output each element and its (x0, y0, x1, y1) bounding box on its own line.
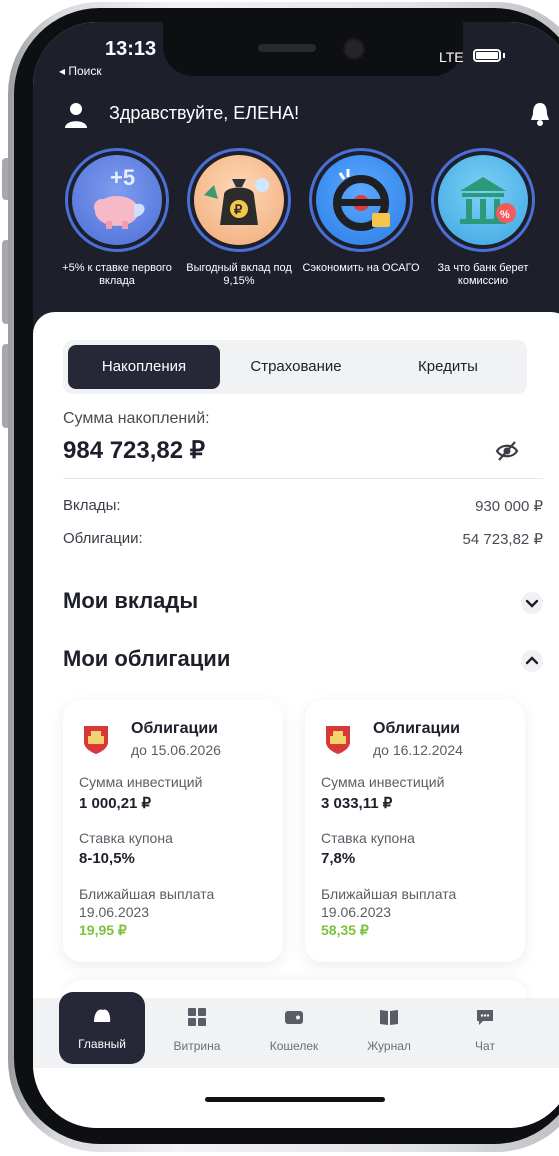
battery-tip (503, 53, 505, 58)
invest-value: 3 033,11 ₽ (321, 795, 393, 812)
payout-label: Ближайшая выплата (79, 886, 215, 902)
bonds-value: 54 723,82 ₽ (462, 531, 543, 548)
tab-showcase[interactable]: Витрина (157, 1006, 237, 1053)
payout-date: 19.06.2023 (321, 904, 392, 920)
story-osago[interactable]: Сэкономить на ОСАГО (301, 148, 421, 275)
bonds-row: Облигации: 54 723,82 ₽ (63, 530, 543, 552)
tab-chat-label: Чат (475, 1039, 495, 1053)
bond-card[interactable]: Облигации до 15.06.2026 Сумма инвестиций… (63, 700, 283, 962)
camera (343, 38, 365, 60)
tab-chat[interactable]: Чат (445, 1006, 525, 1053)
user-icon[interactable] (65, 102, 87, 128)
region-emblem-icon (326, 726, 350, 754)
coupon-label: Ставка купона (321, 830, 415, 846)
savings-sum-value: 984 723,82 ₽ (63, 437, 206, 464)
tab-journal[interactable]: Журнал (349, 1006, 429, 1053)
my-deposits-section[interactable]: Мои вклады (63, 588, 543, 618)
stories-carousel: +5 +5% к ставке первого вклада ₽ Выгодны… (33, 148, 559, 298)
tab-home[interactable]: Главный (59, 992, 145, 1064)
invest-label: Сумма инвестиций (79, 774, 203, 790)
segment-control: Накопления Страхование Кредиты (63, 340, 527, 394)
greeting-text: Здравствуйте, ЕЛЕНА! (109, 103, 300, 123)
svg-text:₽: ₽ (234, 202, 243, 217)
coupon-label: Ставка купона (79, 830, 173, 846)
region-emblem-icon (84, 726, 108, 754)
chat-icon (477, 1010, 493, 1025)
story-best-deposit[interactable]: ₽ Выгодный вклад под 9,15% (179, 148, 299, 288)
piggy-bank-icon: +5 (72, 155, 162, 245)
book-icon (380, 1010, 398, 1025)
coupon-value: 7,8% (321, 850, 356, 867)
tab-home-label: Главный (78, 1037, 126, 1051)
bank-icon: % (438, 155, 528, 245)
story-caption: За что банк берет комиссию (437, 262, 529, 287)
bonds-label: Облигации: (63, 530, 143, 547)
coupon-value: 8-10,5% (79, 850, 135, 867)
hide-balance-icon[interactable] (495, 440, 519, 462)
story-caption: Сэкономить на ОСАГО (302, 262, 420, 274)
story-commission[interactable]: % За что банк берет комиссию (423, 148, 543, 288)
story-ring: ₽ (187, 148, 291, 252)
payout-date: 19.06.2023 (79, 904, 150, 920)
speaker (258, 44, 316, 52)
story-ring: +5 (65, 148, 169, 252)
bond-maturity: до 16.12.2024 (373, 742, 463, 758)
bottom-tab-bar: Главный Витрина Кошелек Журнал Чат (33, 992, 559, 1068)
divider (63, 478, 543, 479)
tab-insurance[interactable]: Страхование (221, 345, 371, 389)
battery-icon (473, 49, 501, 62)
phone-mockup: 13:13 ◂ Поиск LTE Здравствуйте, ЕЛЕНА! +… (0, 0, 559, 1156)
my-bonds-title: Мои облигации (63, 646, 231, 671)
status-time: 13:13 (105, 38, 157, 60)
deposits-label: Вклады: (63, 497, 121, 514)
bond-title: Облигации (373, 720, 460, 737)
deposits-row: Вклады: 930 000 ₽ (63, 497, 543, 519)
story-caption: Выгодный вклад под 9,15% (186, 262, 292, 287)
savings-sum-label: Сумма накоплений: (63, 410, 210, 427)
steering-wheel-icon (316, 155, 406, 245)
bond-maturity: до 15.06.2026 (131, 742, 221, 758)
story-ring: % (431, 148, 535, 252)
my-deposits-title: Мои вклады (63, 588, 199, 613)
tab-wallet[interactable]: Кошелек (254, 1006, 334, 1053)
notch (163, 22, 463, 76)
my-bonds-section[interactable]: Мои облигации (63, 646, 543, 676)
bond-title: Облигации (131, 720, 218, 737)
story-deposit-bonus[interactable]: +5 +5% к ставке первого вклада (57, 148, 177, 288)
tab-credits[interactable]: Кредиты (373, 345, 523, 389)
tab-showcase-label: Витрина (173, 1039, 221, 1053)
home-indicator (205, 1097, 385, 1102)
tab-wallet-label: Кошелек (269, 1039, 319, 1053)
app-screen: 13:13 ◂ Поиск LTE Здравствуйте, ЕЛЕНА! +… (33, 22, 559, 1128)
invest-value: 1 000,21 ₽ (79, 795, 152, 812)
grid-icon (188, 1008, 206, 1026)
chevron-down-icon[interactable] (521, 592, 543, 614)
home-icon (94, 1009, 111, 1022)
bell-icon[interactable] (529, 100, 551, 128)
payout-value: 19,95 ₽ (79, 922, 127, 938)
tab-journal-label: Журнал (367, 1039, 411, 1053)
bond-card[interactable]: Облигации до 16.12.2024 Сумма инвестиций… (305, 700, 525, 962)
greeting-row: Здравствуйте, ЕЛЕНА! (65, 100, 551, 130)
network-label: LTE (439, 49, 464, 65)
payout-value: 58,35 ₽ (321, 922, 369, 938)
payout-label: Ближайшая выплата (321, 886, 457, 902)
chevron-up-icon[interactable] (521, 650, 543, 672)
story-caption: +5% к ставке первого вклада (62, 262, 172, 287)
svg-text:%: % (500, 209, 510, 221)
back-to-search-link[interactable]: ◂ Поиск (59, 64, 102, 78)
deposits-value: 930 000 ₽ (475, 498, 543, 515)
invest-label: Сумма инвестиций (321, 774, 445, 790)
money-bag-icon: ₽ (194, 155, 284, 245)
wallet-icon (285, 1011, 303, 1024)
tab-savings[interactable]: Накопления (68, 345, 220, 389)
story-ring (309, 148, 413, 252)
svg-text:+5: +5 (110, 165, 135, 190)
